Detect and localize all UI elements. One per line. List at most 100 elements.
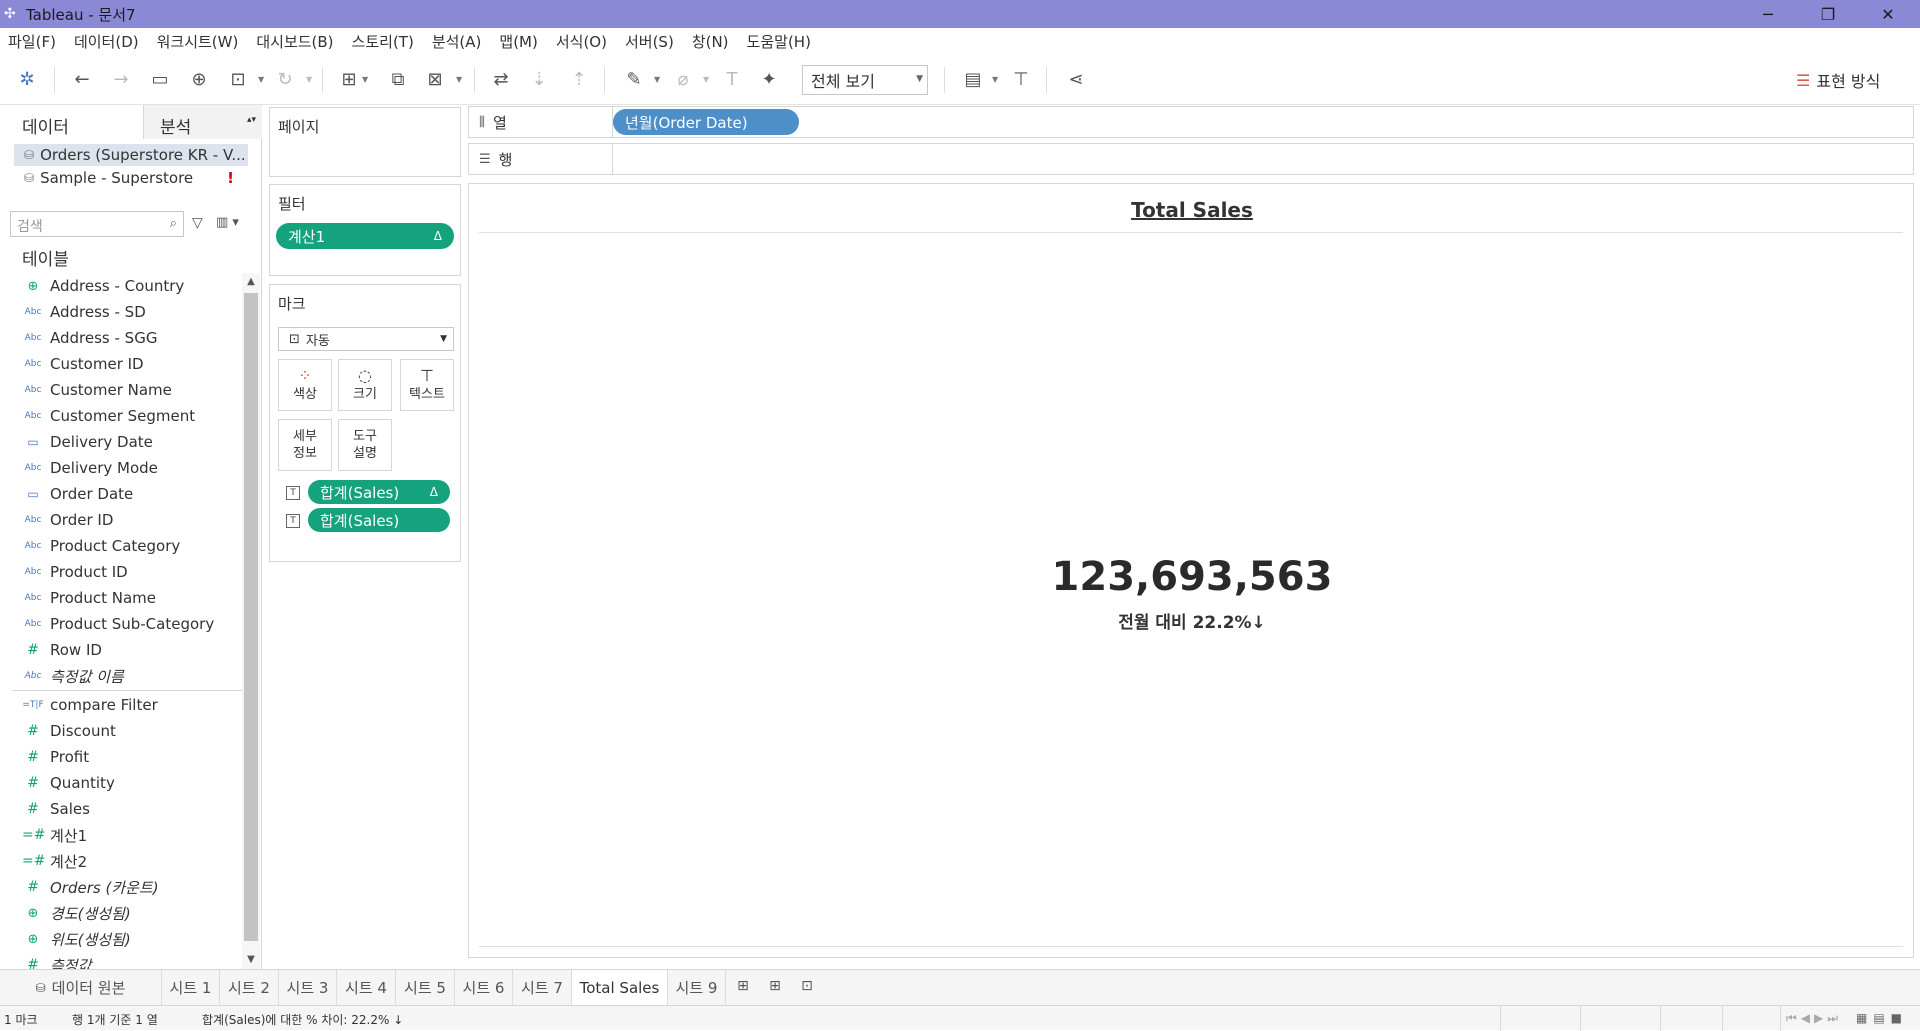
- menu-map[interactable]: 맵(M): [490, 31, 546, 52]
- tab-sheet-3[interactable]: 시트 3: [279, 970, 337, 1005]
- sort-ascending-icon[interactable]: ⇣: [528, 69, 550, 91]
- scroll-up-icon[interactable]: ▲: [242, 273, 260, 291]
- label-icon[interactable]: T: [721, 69, 743, 91]
- text-button[interactable]: ⊤ 텍스트: [400, 359, 454, 411]
- view-mode-icon[interactable]: ▥ ▾: [216, 215, 239, 230]
- filters-card[interactable]: 필터 계산1 Δ: [269, 184, 461, 276]
- view-sorter-icons[interactable]: ▦▤■: [1856, 1011, 1908, 1025]
- kpi-comparison[interactable]: 전월 대비 22.2%↓: [469, 608, 1915, 633]
- field-item[interactable]: ▭ Order Date: [0, 481, 244, 507]
- encoding-pill[interactable]: 합계(Sales): [308, 508, 450, 532]
- scroll-down-icon[interactable]: ▼: [242, 951, 260, 969]
- tab-sheet-4[interactable]: 시트 4: [337, 970, 396, 1005]
- minimize-button[interactable]: ─: [1739, 0, 1797, 28]
- datasource-sample[interactable]: ⛁ Sample - Superstore !: [14, 167, 248, 189]
- share-icon[interactable]: ⋖: [1065, 69, 1087, 91]
- detail-button[interactable]: 세부 정보: [278, 419, 332, 471]
- sort-descending-icon[interactable]: ⇡: [568, 69, 590, 91]
- field-item[interactable]: ⊕ 위도(생성됨): [0, 926, 244, 952]
- show-cards-icon[interactable]: ▤: [962, 69, 984, 91]
- menu-data[interactable]: 데이터(D): [65, 31, 148, 52]
- pages-card[interactable]: 페이지: [269, 107, 461, 177]
- field-item[interactable]: # Discount: [0, 718, 244, 744]
- field-list-scrollbar[interactable]: ▲ ▼: [242, 273, 260, 969]
- redo-icon[interactable]: →: [110, 69, 132, 91]
- restore-button[interactable]: ❐: [1799, 0, 1857, 28]
- fix-axes-icon[interactable]: ✦: [758, 69, 780, 91]
- field-item[interactable]: Abc Customer ID: [0, 351, 244, 377]
- tab-sheet-6[interactable]: 시트 6: [455, 970, 513, 1005]
- tab-sheet-9[interactable]: 시트 9: [668, 970, 726, 1005]
- field-item[interactable]: # Orders (카운트): [0, 874, 244, 900]
- field-search-input[interactable]: 검색 ⌕: [10, 211, 184, 237]
- datasource-orders[interactable]: ⛁ Orders (Superstore KR - V...: [14, 144, 248, 166]
- field-item[interactable]: ⊕ 경도(생성됨): [0, 900, 244, 926]
- show-me-button[interactable]: ☰ 표현 방식: [1796, 67, 1880, 93]
- kpi-value[interactable]: 123,693,563: [469, 554, 1915, 600]
- field-item[interactable]: Abc Address - SGG: [0, 325, 244, 351]
- encoding-pill[interactable]: 합계(Sales) Δ: [308, 480, 450, 504]
- filter-pill[interactable]: 계산1 Δ: [276, 223, 454, 249]
- rows-shelf[interactable]: ☰ 행: [468, 143, 1914, 175]
- new-dashboard-icon[interactable]: ⊞: [764, 978, 786, 998]
- filter-icon[interactable]: ▽: [192, 215, 203, 231]
- group-icon[interactable]: ⌀: [672, 69, 694, 91]
- tab-total-sales[interactable]: Total Sales: [572, 970, 668, 1005]
- presentation-mode-icon[interactable]: ⊤: [1010, 69, 1032, 91]
- tooltip-button[interactable]: 도구 설명: [338, 419, 392, 471]
- mark-type-select[interactable]: ⊡ 자동 ▼: [278, 327, 454, 351]
- field-item[interactable]: =# 계산2: [0, 848, 244, 874]
- column-pill[interactable]: 년월(Order Date): [613, 109, 799, 135]
- field-item[interactable]: # 측정값: [0, 952, 244, 970]
- field-item[interactable]: ⊕ Address - Country: [0, 273, 244, 299]
- tab-data[interactable]: 데이터: [0, 105, 144, 139]
- pause-updates-icon[interactable]: ⊡: [227, 69, 249, 91]
- tableau-home-icon[interactable]: ✲: [16, 69, 38, 91]
- field-item[interactable]: # Sales: [0, 796, 244, 822]
- field-item[interactable]: Abc Product Name: [0, 585, 244, 611]
- tab-sheet-2[interactable]: 시트 2: [220, 970, 279, 1005]
- field-item[interactable]: # Row ID: [0, 637, 244, 663]
- new-worksheet-icon[interactable]: ⊞: [338, 69, 360, 91]
- tab-sheet-1[interactable]: 시트 1: [162, 970, 220, 1005]
- new-worksheet-icon[interactable]: ⊞: [732, 978, 754, 998]
- field-item[interactable]: Abc 측정값 이름: [0, 663, 244, 689]
- field-item[interactable]: =# 계산1: [0, 822, 244, 848]
- fit-view-select[interactable]: 전체 보기 ▼: [802, 65, 928, 95]
- tab-datasource[interactable]: ⛁ 데이터 원본: [0, 970, 162, 1005]
- menu-worksheet[interactable]: 워크시트(W): [148, 31, 248, 52]
- field-item[interactable]: =T|F compare Filter: [0, 692, 244, 718]
- menu-dashboard[interactable]: 대시보드(B): [247, 31, 342, 52]
- tab-analysis[interactable]: 분석 ▴▾: [144, 105, 262, 139]
- tab-sheet-5[interactable]: 시트 5: [396, 970, 455, 1005]
- undo-icon[interactable]: ←: [71, 69, 93, 91]
- field-item[interactable]: Abc Address - SD: [0, 299, 244, 325]
- sheet-nav-icons[interactable]: ⏮◀▶⏭: [1786, 1011, 1842, 1026]
- save-icon[interactable]: ▭: [149, 69, 171, 91]
- highlight-icon[interactable]: ✎: [623, 69, 645, 91]
- field-item[interactable]: Abc Product Category: [0, 533, 244, 559]
- menu-format[interactable]: 서식(O): [547, 31, 616, 52]
- new-story-icon[interactable]: ⊡: [796, 978, 818, 998]
- refresh-icon[interactable]: ↻: [274, 69, 296, 91]
- field-item[interactable]: Abc Customer Name: [0, 377, 244, 403]
- close-button[interactable]: ✕: [1859, 0, 1917, 28]
- worksheet-view[interactable]: Total Sales 123,693,563 전월 대비 22.2%↓: [468, 183, 1914, 958]
- field-item[interactable]: Abc Customer Segment: [0, 403, 244, 429]
- duplicate-icon[interactable]: ⧉: [387, 69, 409, 91]
- swap-icon[interactable]: ⇄: [490, 69, 512, 91]
- field-item[interactable]: ▭ Delivery Date: [0, 429, 244, 455]
- field-item[interactable]: # Quantity: [0, 770, 244, 796]
- menu-story[interactable]: 스토리(T): [343, 31, 423, 52]
- field-item[interactable]: Abc Delivery Mode: [0, 455, 244, 481]
- field-item[interactable]: Abc Product ID: [0, 559, 244, 585]
- menu-analysis[interactable]: 분석(A): [423, 31, 491, 52]
- scroll-thumb[interactable]: [244, 293, 258, 941]
- clear-sheet-icon[interactable]: ⊠: [424, 69, 446, 91]
- field-item[interactable]: # Profit: [0, 744, 244, 770]
- menu-help[interactable]: 도움말(H): [738, 31, 820, 52]
- menu-file[interactable]: 파일(F): [0, 31, 65, 52]
- tab-sheet-7[interactable]: 시트 7: [513, 970, 572, 1005]
- columns-shelf[interactable]: ⫼ 열 년월(Order Date): [468, 106, 1914, 138]
- field-item[interactable]: Abc Product Sub-Category: [0, 611, 244, 637]
